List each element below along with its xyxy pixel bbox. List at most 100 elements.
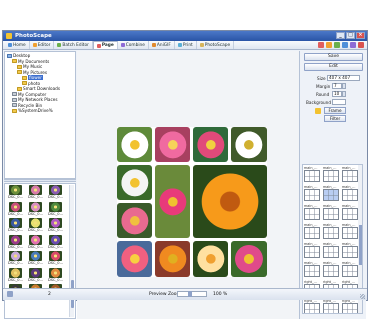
maximize-button[interactable]: □	[346, 32, 355, 39]
thumbnail-caption: DSC_0...	[7, 211, 24, 216]
thumbnail-item[interactable]: DSC_0...	[27, 185, 44, 201]
window-icon[interactable]	[350, 42, 356, 48]
right-panel: Save Edit Size 407 x 407 Margin 7 Round …	[299, 51, 366, 319]
layout-preview	[342, 189, 358, 201]
zoom-slider[interactable]	[177, 291, 207, 297]
thumbnail-item[interactable]: DSC_0...	[7, 251, 24, 267]
page-canvas	[77, 51, 300, 319]
thumbnail-item[interactable]: DSC_0...	[47, 251, 64, 267]
tab-print[interactable]: Print	[175, 41, 197, 49]
thumbnail-item[interactable]: DSC_0...	[7, 218, 24, 234]
layout-option[interactable]: main_...	[323, 242, 341, 260]
tab-photoscape[interactable]: PhotoScape	[197, 41, 235, 49]
thumbnail-item[interactable]: DSC_0...	[7, 201, 24, 218]
layout-preview	[304, 227, 320, 239]
collage-photo-cell[interactable]	[117, 127, 152, 162]
minimize-button[interactable]: _	[336, 32, 345, 39]
collage-photo-cell[interactable]	[155, 165, 190, 238]
background-color-picker[interactable]	[332, 99, 346, 105]
save-button[interactable]: Save	[304, 53, 363, 61]
thumbnail-image	[9, 234, 22, 245]
tab-batch-editor[interactable]: Batch Editor	[54, 41, 93, 49]
tab-anigif[interactable]: AniGIF	[149, 41, 175, 49]
thumbnail-item[interactable]: DSC_0...	[27, 251, 44, 267]
thumbnail-image	[49, 201, 62, 212]
refresh-icon[interactable]	[334, 42, 340, 48]
margin-input[interactable]: 7	[332, 83, 342, 89]
thumbnail-item[interactable]: DSC_0...	[7, 185, 24, 201]
page-icon	[96, 43, 101, 48]
collage-photo-cell[interactable]	[155, 241, 190, 277]
layout-option[interactable]: main_...	[304, 242, 322, 260]
close-button[interactable]: ×	[356, 32, 365, 39]
thumbnail-item[interactable]: DSC_0...	[7, 267, 24, 284]
tree-item[interactable]: %SystemDrive%	[7, 108, 73, 114]
collage-preview[interactable]	[117, 127, 267, 277]
collage-photo-cell[interactable]	[231, 241, 267, 277]
layout-preview	[323, 227, 339, 239]
layout-option[interactable]: right_...	[304, 299, 322, 313]
collage-photo-cell[interactable]	[155, 127, 190, 162]
layout-option[interactable]: main_...	[304, 223, 322, 241]
tab-page[interactable]: Page	[92, 41, 118, 49]
thumbnail-item[interactable]: DSC_0...	[47, 234, 64, 251]
layout-option[interactable]: main_...	[323, 185, 341, 203]
flower-photo	[158, 130, 187, 159]
collage-photo-cell[interactable]	[117, 241, 152, 277]
cut-icon[interactable]	[318, 42, 324, 48]
collage-photo-cell[interactable]	[193, 241, 228, 277]
round-input[interactable]: 10	[332, 91, 342, 97]
tree-item-label: Smart Downloads	[23, 86, 60, 92]
settings-icon[interactable]	[7, 291, 13, 297]
layout-preview	[323, 170, 339, 182]
thumbnail-item[interactable]: DSC_0...	[27, 267, 44, 284]
collage-photo-cell[interactable]	[117, 203, 152, 238]
tree-item-label: My Documents	[18, 58, 50, 64]
thumbnail-item[interactable]: DSC_0...	[47, 185, 64, 201]
thumbnail-image	[29, 185, 42, 195]
tree-item-label: My Pictures	[23, 69, 48, 75]
collage-photo-cell[interactable]	[193, 127, 228, 162]
thumbnail-item[interactable]: DSC_0...	[47, 201, 64, 218]
flower-photo	[201, 173, 259, 230]
layout-option[interactable]: main_...	[304, 166, 322, 184]
layout-option[interactable]: main_...	[323, 204, 341, 222]
tab-editor[interactable]: Editor	[30, 41, 55, 49]
thumbnail-image	[29, 218, 42, 228]
layout-option[interactable]: main_...	[323, 223, 341, 241]
panel-splitter[interactable]	[4, 179, 76, 182]
filter-button[interactable]: Filter	[324, 115, 346, 122]
layout-option[interactable]: main_...	[304, 185, 322, 203]
frame-button[interactable]: Frame	[324, 107, 346, 114]
layout-option[interactable]: main_...	[323, 166, 341, 184]
thumbnail-item[interactable]: DSC_0...	[47, 218, 64, 234]
collage-photo-cell[interactable]	[193, 165, 267, 238]
collage-photo-cell[interactable]	[117, 165, 152, 200]
layout-option[interactable]: right_...	[323, 299, 341, 313]
module-tabbar: Home Editor Batch Editor Page Combine AniGIF P…	[3, 41, 367, 50]
round-stepper[interactable]	[342, 91, 346, 97]
home-icon	[8, 43, 12, 47]
thumbnail-caption: DSC_0...	[47, 195, 64, 199]
edit-button[interactable]: Edit	[304, 63, 363, 71]
layout-option[interactable]: main_...	[323, 261, 341, 279]
tab-combine[interactable]: Combine	[118, 41, 149, 49]
thumbnail-item[interactable]: DSC_0...	[27, 234, 44, 251]
help-icon[interactable]	[358, 42, 364, 48]
thumbnail-item[interactable]: DSC_0...	[27, 218, 44, 234]
zoom-slider-handle[interactable]	[188, 291, 192, 297]
layout-option[interactable]: main_...	[304, 261, 322, 279]
collage-photo-cell[interactable]	[231, 127, 267, 162]
settings-icon[interactable]	[342, 42, 348, 48]
thumbnail-image	[29, 201, 42, 212]
resize-grip[interactable]	[360, 294, 365, 299]
tree-item-label: Recycle Bin	[18, 102, 43, 108]
layout-option[interactable]: main_...	[304, 204, 322, 222]
star-icon[interactable]	[326, 42, 332, 48]
thumbnail-item[interactable]: DSC_0...	[7, 234, 24, 251]
thumbnail-item[interactable]: DSC_0...	[47, 267, 64, 284]
tab-home[interactable]: Home	[5, 41, 30, 49]
margin-stepper[interactable]	[342, 83, 346, 89]
tab-label: Print	[182, 42, 193, 48]
thumbnail-item[interactable]: DSC_0...	[27, 201, 44, 218]
